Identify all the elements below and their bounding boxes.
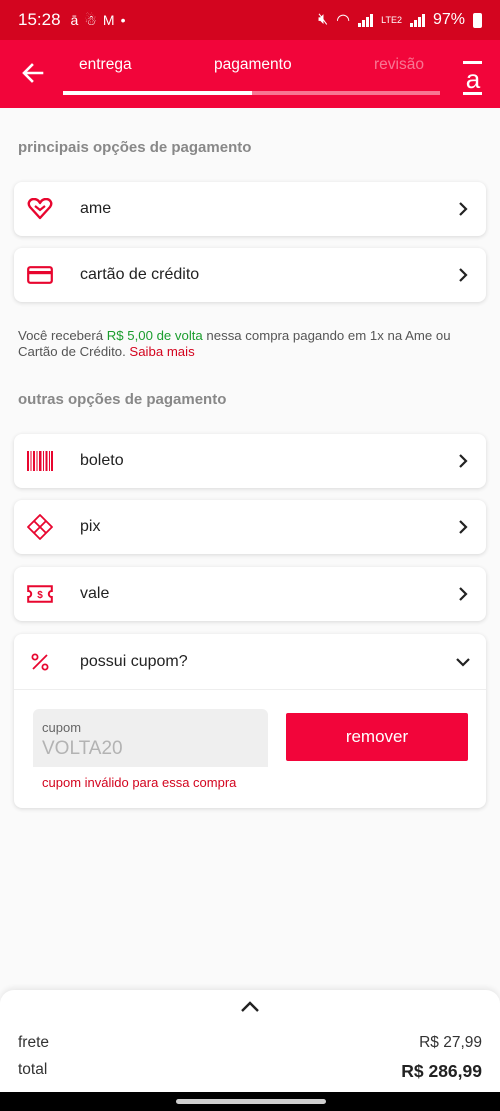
logo-letter: a — [466, 64, 481, 94]
total-value: R$ 286,99 — [401, 1061, 482, 1081]
coupon-question: possui cupom? — [80, 652, 188, 670]
checkout-progress-fill — [63, 91, 252, 95]
mail-notification-icon: M — [102, 12, 115, 28]
app-notification-icon: ā — [70, 12, 79, 28]
status-time: 15:28 — [18, 10, 61, 29]
cashback-info: Você receberá R$ 5,00 de volta nessa com… — [18, 328, 480, 360]
checkout-progress-bar — [63, 91, 440, 95]
network-label: LTE2 — [381, 15, 402, 25]
dot-icon: • — [120, 12, 126, 28]
tab-pagamento[interactable]: pagamento — [214, 56, 292, 74]
checkout-header: entrega pagamento revisão a — [0, 40, 500, 108]
payment-option-boleto[interactable]: boleto — [14, 434, 486, 488]
chevron-right-icon — [459, 587, 468, 601]
total-label: total — [18, 1061, 48, 1078]
remove-coupon-button[interactable]: remover — [286, 713, 468, 761]
total-row: total R$ 286,99 — [18, 1061, 482, 1082]
person-notification-icon: ☃ — [84, 11, 97, 28]
battery-icon — [473, 12, 482, 28]
main-options-title: principais opções de pagamento — [18, 139, 252, 156]
americanas-logo: a — [463, 61, 482, 95]
payment-option-ame[interactable]: ame — [14, 182, 486, 236]
tab-entrega[interactable]: entrega — [79, 56, 132, 74]
payment-option-label: pix — [80, 518, 101, 535]
payment-option-label: vale — [80, 585, 110, 602]
shipping-row: frete R$ 27,99 — [18, 1034, 482, 1052]
tab-revisao: revisão — [374, 56, 424, 73]
coupon-input[interactable] — [42, 738, 252, 760]
learn-more-link[interactable]: Saiba mais — [129, 344, 194, 359]
payment-option-credit-card[interactable]: cartão de crédito — [14, 248, 486, 302]
payment-option-vale[interactable]: $ vale — [14, 567, 486, 621]
heart-icon — [27, 196, 53, 222]
chevron-right-icon — [459, 520, 468, 534]
coupon-field: cupom — [33, 709, 268, 767]
battery-percent: 97% — [432, 11, 465, 28]
shipping-label: frete — [18, 1034, 50, 1051]
cashback-prefix: Você receberá — [18, 328, 107, 343]
system-nav-bar — [0, 1092, 500, 1111]
shipping-value: R$ 27,99 — [419, 1034, 482, 1051]
signal-icon — [358, 13, 374, 27]
payment-option-label: cartão de crédito — [80, 266, 200, 283]
chevron-down-icon — [456, 657, 470, 667]
signal-icon-2 — [409, 13, 425, 27]
payment-option-label: boleto — [80, 452, 124, 469]
mute-icon: 🔇︎ — [318, 11, 329, 28]
credit-card-icon — [27, 262, 53, 288]
coupon-toggle[interactable]: possui cupom? — [14, 634, 486, 690]
other-options-title: outras opções de pagamento — [18, 391, 227, 408]
coupon-error-message: cupom inválido para essa compra — [42, 775, 237, 790]
cashback-amount: R$ 5,00 de volta — [106, 328, 203, 343]
chevron-right-icon — [459, 268, 468, 282]
percent-icon — [27, 652, 53, 672]
chevron-right-icon — [459, 454, 468, 468]
wifi-icon: ◠ — [336, 12, 351, 29]
payment-option-pix[interactable]: pix — [14, 500, 486, 554]
pix-icon — [27, 514, 53, 540]
voucher-icon: $ — [27, 581, 53, 607]
coupon-field-label: cupom — [42, 720, 82, 735]
notification-icons: ā ☃ M • — [71, 12, 126, 29]
barcode-icon — [27, 448, 53, 474]
status-bar: 15:28 ā ☃ M • 🔇︎ ◠ LTE2 97% — [0, 0, 500, 40]
chevron-up-icon[interactable] — [240, 1000, 260, 1014]
payment-option-label: ame — [80, 200, 112, 217]
home-gesture-bar[interactable] — [176, 1099, 326, 1104]
chevron-right-icon — [459, 202, 468, 216]
back-arrow-icon[interactable] — [20, 60, 46, 86]
svg-text:$: $ — [37, 590, 43, 601]
coupon-panel: possui cupom? cupom remover cupom inváli… — [14, 634, 486, 808]
